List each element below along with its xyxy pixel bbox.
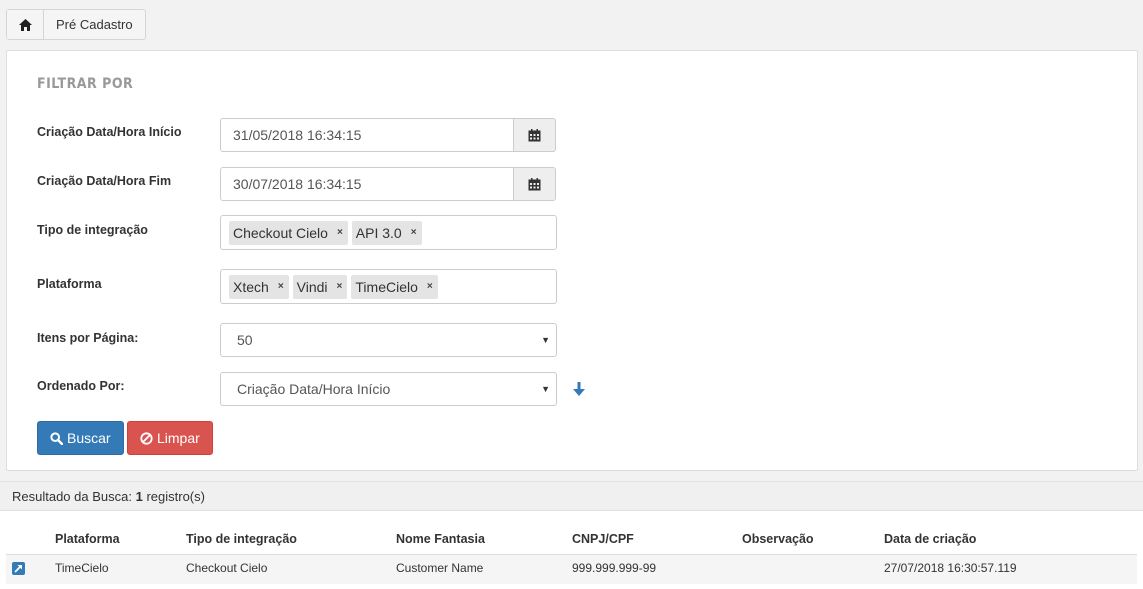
items-per-page-label: Itens por Página: — [37, 331, 139, 345]
creation-start-group: 31/05/2018 16:34:15 — [220, 118, 556, 152]
filter-panel: FILTRAR POR Criação Data/Hora Início 31/… — [6, 50, 1138, 471]
creation-start-label: Criação Data/Hora Início — [37, 125, 182, 139]
chevron-down-icon: ▼ — [541, 335, 550, 345]
column-header[interactable]: Nome Fantasia — [396, 532, 485, 546]
tag-chip: API 3.0 × — [351, 220, 422, 245]
breadcrumb: Pré Cadastro — [6, 9, 146, 40]
search-icon — [50, 431, 63, 445]
column-header[interactable]: Plataforma — [55, 532, 120, 546]
calendar-icon[interactable] — [514, 118, 556, 152]
breadcrumb-current[interactable]: Pré Cadastro — [44, 10, 145, 39]
cell-created-at: 27/07/2018 16:30:57.119 — [884, 561, 1017, 575]
external-link-icon[interactable] — [12, 562, 25, 575]
remove-icon[interactable]: × — [278, 281, 284, 292]
chevron-down-icon: ▼ — [541, 384, 550, 394]
items-per-page-select[interactable]: 50 ▼ — [220, 323, 557, 357]
column-header[interactable]: Data de criação — [884, 532, 976, 546]
sort-desc-icon[interactable] — [573, 382, 585, 399]
cell-trade-name: Customer Name — [396, 561, 484, 575]
clear-button[interactable]: Limpar — [127, 421, 213, 455]
platform-label: Plataforma — [37, 277, 102, 291]
tag-chip: Xtech × — [229, 274, 289, 299]
column-header[interactable]: Observação — [742, 532, 814, 546]
tag-chip: Checkout Cielo × — [229, 220, 348, 245]
order-by-label: Ordenado Por: — [37, 379, 125, 393]
filter-title: FILTRAR POR — [37, 76, 134, 92]
order-by-select[interactable]: Criação Data/Hora Início ▼ — [220, 372, 557, 406]
creation-end-label: Criação Data/Hora Fim — [37, 174, 172, 188]
cell-integration-type: Checkout Cielo — [186, 561, 268, 575]
results-table: Plataforma Tipo de integração Nome Fanta… — [0, 511, 1143, 589]
creation-end-input[interactable]: 30/07/2018 16:34:15 — [220, 167, 514, 201]
result-summary: Resultado da Busca: 1 registro(s) — [0, 481, 1143, 511]
creation-end-group: 30/07/2018 16:34:15 — [220, 167, 556, 201]
calendar-icon[interactable] — [514, 167, 556, 201]
remove-icon[interactable]: × — [337, 281, 343, 292]
creation-start-input[interactable]: 31/05/2018 16:34:15 — [220, 118, 514, 152]
cell-cnpj-cpf: 999.999.999-99 — [572, 561, 657, 575]
column-header[interactable]: CNPJ/CPF — [572, 532, 634, 546]
search-button[interactable]: Buscar — [37, 421, 124, 455]
remove-icon[interactable]: × — [411, 227, 417, 238]
result-count: 1 — [135, 489, 143, 504]
column-header[interactable]: Tipo de integração — [186, 532, 297, 546]
tag-chip: TimeCielo × — [351, 274, 438, 299]
ban-icon — [140, 431, 153, 445]
integration-type-select[interactable]: Checkout Cielo × API 3.0 × — [220, 215, 557, 250]
platform-select[interactable]: Xtech × Vindi × TimeCielo × — [220, 269, 557, 304]
remove-icon[interactable]: × — [427, 281, 433, 292]
tag-chip: Vindi × — [292, 274, 348, 299]
remove-icon[interactable]: × — [337, 227, 343, 238]
integration-type-label: Tipo de integração — [37, 223, 148, 237]
cell-platform: TimeCielo — [55, 561, 109, 575]
home-icon[interactable] — [7, 10, 44, 39]
